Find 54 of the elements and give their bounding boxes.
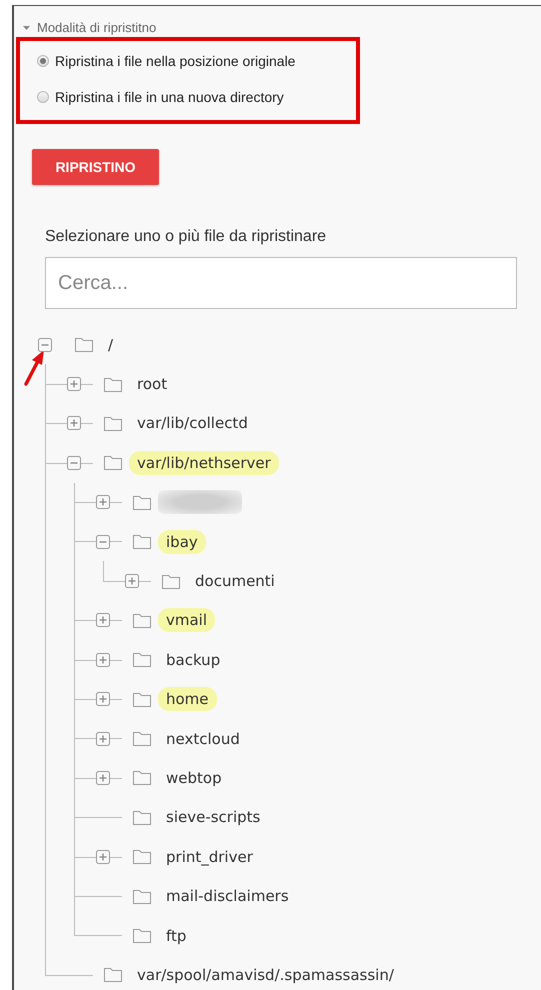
radio-label[interactable]: Ripristina i file in una nuova directory [55,89,284,105]
tree-toggle[interactable] [96,770,110,785]
folder-name[interactable]: home [158,687,217,712]
search-field[interactable]: Cerca... [45,257,517,309]
folder-icon [104,455,122,470]
folder-icon [104,967,122,982]
radio-button[interactable] [37,55,49,67]
folder-name[interactable]: / [100,332,122,357]
folder-icon [75,337,93,352]
field-label: Selezionare uno o più file da ripristinare [45,227,328,247]
tree-toggle[interactable] [96,732,110,746]
radio-button[interactable] [37,91,49,103]
folder-name[interactable]: var/lib/collectd [129,411,256,436]
folder-name[interactable]: nextcloud [158,726,248,751]
tree-toggle[interactable] [96,534,110,549]
folder-icon [133,928,151,944]
folder-icon [133,849,151,864]
folder-icon [133,692,151,707]
folder-icon [133,494,151,510]
tree-toggle[interactable] [96,613,110,628]
folder-icon [133,534,151,550]
folder-name[interactable]: sieve-scripts [158,805,268,830]
tree-toggle[interactable] [67,377,81,392]
tree-toggle[interactable] [96,692,110,706]
section-title[interactable]: Modalità di ripristitno [37,20,156,34]
folder-name[interactable]: documenti [187,569,283,594]
restore-button[interactable]: RIPRISTINO [32,149,159,185]
folder-name[interactable]: root [129,372,176,396]
tree-toggle[interactable] [67,456,81,470]
tree-toggle[interactable] [96,652,110,667]
folder-name[interactable]: mail-disclaimers [158,884,297,908]
tree-toggle[interactable] [38,338,52,352]
folder-name[interactable]: ftp [158,924,194,948]
folder-icon [104,416,122,431]
folder-name[interactable]: webtop [158,766,230,790]
folder-icon [133,810,151,825]
tree-toggle[interactable] [125,574,139,588]
folder-icon [162,574,180,589]
folder-icon [133,612,151,628]
folder-name[interactable]: ibay [158,530,206,554]
folder-icon [133,770,151,786]
folder-icon [104,376,122,392]
folder-name[interactable]: var/lib/nethserver [129,450,279,475]
folder-name[interactable]: vmail [158,608,216,632]
tree-toggle[interactable] [96,850,110,864]
folder-icon [133,731,151,746]
folder-name[interactable]: backup [158,648,228,672]
folder-name[interactable]: var/spool/amavisd/.spamassassin/ [129,962,402,987]
folder-icon [133,652,151,668]
tree-toggle[interactable] [96,495,110,510]
radio-label[interactable]: Ripristina i file nella posizione originale [55,53,296,69]
tree-toggle[interactable] [67,416,81,430]
folder-icon [133,888,151,904]
folder-name[interactable]: print_driver [158,844,261,869]
